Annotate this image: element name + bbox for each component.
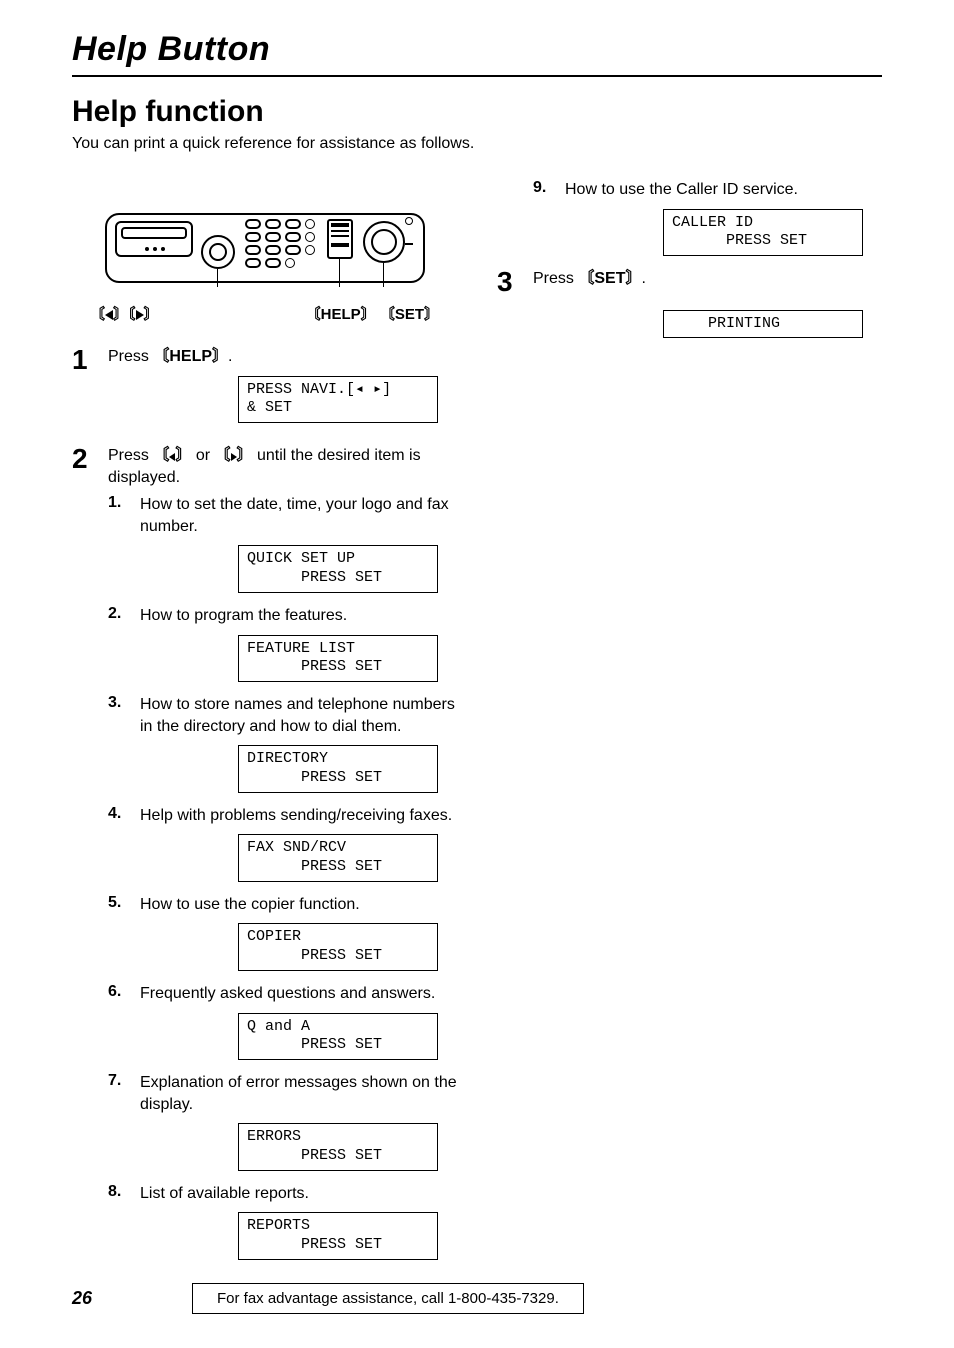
lcd-directory: DIRECTORY PRESS SET [238,745,438,793]
lcd-feature-list: FEATURE LIST PRESS SET [238,635,438,683]
list-item: 2. How to program the features. [108,605,457,627]
step-1: 1 Press 〘HELP〙. PRESS NAVI.[◂ ▸] & SET [72,346,457,435]
lcd-copier: COPIER PRESS SET [238,923,438,971]
step-3-number: 3 [497,268,519,296]
list-item: 5. How to use the copier function. [108,894,457,916]
list-text: List of available reports. [140,1183,457,1205]
lcd-quick-setup: QUICK SET UP PRESS SET [238,545,438,593]
list-num: 9. [533,179,557,201]
right-column: 9. How to use the Caller ID service. CAL… [497,179,882,1282]
lcd-printing: PRINTING [663,310,863,339]
list-text: How to use the Caller ID service. [565,179,882,201]
lcd-q-and-a: Q and A PRESS SET [238,1013,438,1061]
help-set-caption: 〘HELP〙 〘SET〙 [306,303,439,324]
step-2-number: 2 [72,445,94,473]
head-rule [72,75,882,77]
lcd-caller-id: CALLER ID PRESS SET [663,209,863,257]
step-2: 2 Press 〘〙 or 〘〙 until the desired item … [72,445,457,1272]
page-footer: 26 For fax advantage assistance, call 1-… [0,1283,954,1314]
list-item: 8. List of available reports. [108,1183,457,1205]
device-illustration: 〘〙〘〙 〘HELP〙 〘SET〙 [72,203,457,324]
lcd-errors: ERRORS PRESS SET [238,1123,438,1171]
device-caption-row: 〘〙〘〙 〘HELP〙 〘SET〙 [72,303,457,324]
two-column-layout: 〘〙〘〙 〘HELP〙 〘SET〙 1 Press 〘HELP〙. PRESS … [72,179,882,1282]
list-item: 4. Help with problems sending/receiving … [108,805,457,827]
list-num: 8. [108,1183,132,1205]
list-num: 3. [108,694,132,737]
footer-assistance-box: For fax advantage assistance, call 1-800… [192,1283,584,1314]
left-arrow-icon [105,310,113,320]
list-text: How to set the date, time, your logo and… [140,494,457,537]
intro-text: You can print a quick reference for assi… [72,135,882,153]
step-1-text: Press 〘HELP〙. [108,346,457,368]
page-number: 26 [72,1288,106,1309]
list-text: Explanation of error messages shown on t… [140,1072,457,1115]
step-1-number: 1 [72,346,94,374]
list-num: 7. [108,1072,132,1115]
list-text: Help with problems sending/receiving fax… [140,805,457,827]
page: Help Button Help function You can print … [0,0,954,1348]
list-num: 5. [108,894,132,916]
list-text: How to program the features. [140,605,457,627]
list-item: 9. How to use the Caller ID service. [533,179,882,201]
step-2-continued: 9. How to use the Caller ID service. CAL… [497,179,882,256]
lcd-reports: REPORTS PRESS SET [238,1212,438,1260]
step-3-text: Press 〘SET〙. [533,268,882,290]
section-title: Help function [72,95,882,129]
left-column: 〘〙〘〙 〘HELP〙 〘SET〙 1 Press 〘HELP〙. PRESS … [72,179,457,1282]
list-item: 1. How to set the date, time, your logo … [108,494,457,537]
list-num: 1. [108,494,132,537]
lcd-step1: PRESS NAVI.[◂ ▸] & SET [238,376,438,424]
list-text: How to use the copier function. [140,894,457,916]
list-num: 4. [108,805,132,827]
list-item: 7. Explanation of error messages shown o… [108,1072,457,1115]
running-head: Help Button [72,30,882,69]
right-arrow-icon [136,310,144,320]
list-text: Frequently asked questions and answers. [140,983,457,1005]
list-text: How to store names and telephone numbers… [140,694,457,737]
list-num: 2. [108,605,132,627]
list-num: 6. [108,983,132,1005]
lcd-fax-sndrcv: FAX SND/RCV PRESS SET [238,834,438,882]
step-2-list: 1. How to set the date, time, your logo … [108,494,457,1260]
list-item: 3. How to store names and telephone numb… [108,694,457,737]
device-drawing [105,203,425,295]
step-3: 3 Press 〘SET〙. PRINTING [497,268,882,350]
step-2-text: Press 〘〙 or 〘〙 until the desired item is… [108,445,457,488]
list-item: 6. Frequently asked questions and answer… [108,983,457,1005]
nav-keys-caption: 〘〙〘〙 [90,303,159,324]
